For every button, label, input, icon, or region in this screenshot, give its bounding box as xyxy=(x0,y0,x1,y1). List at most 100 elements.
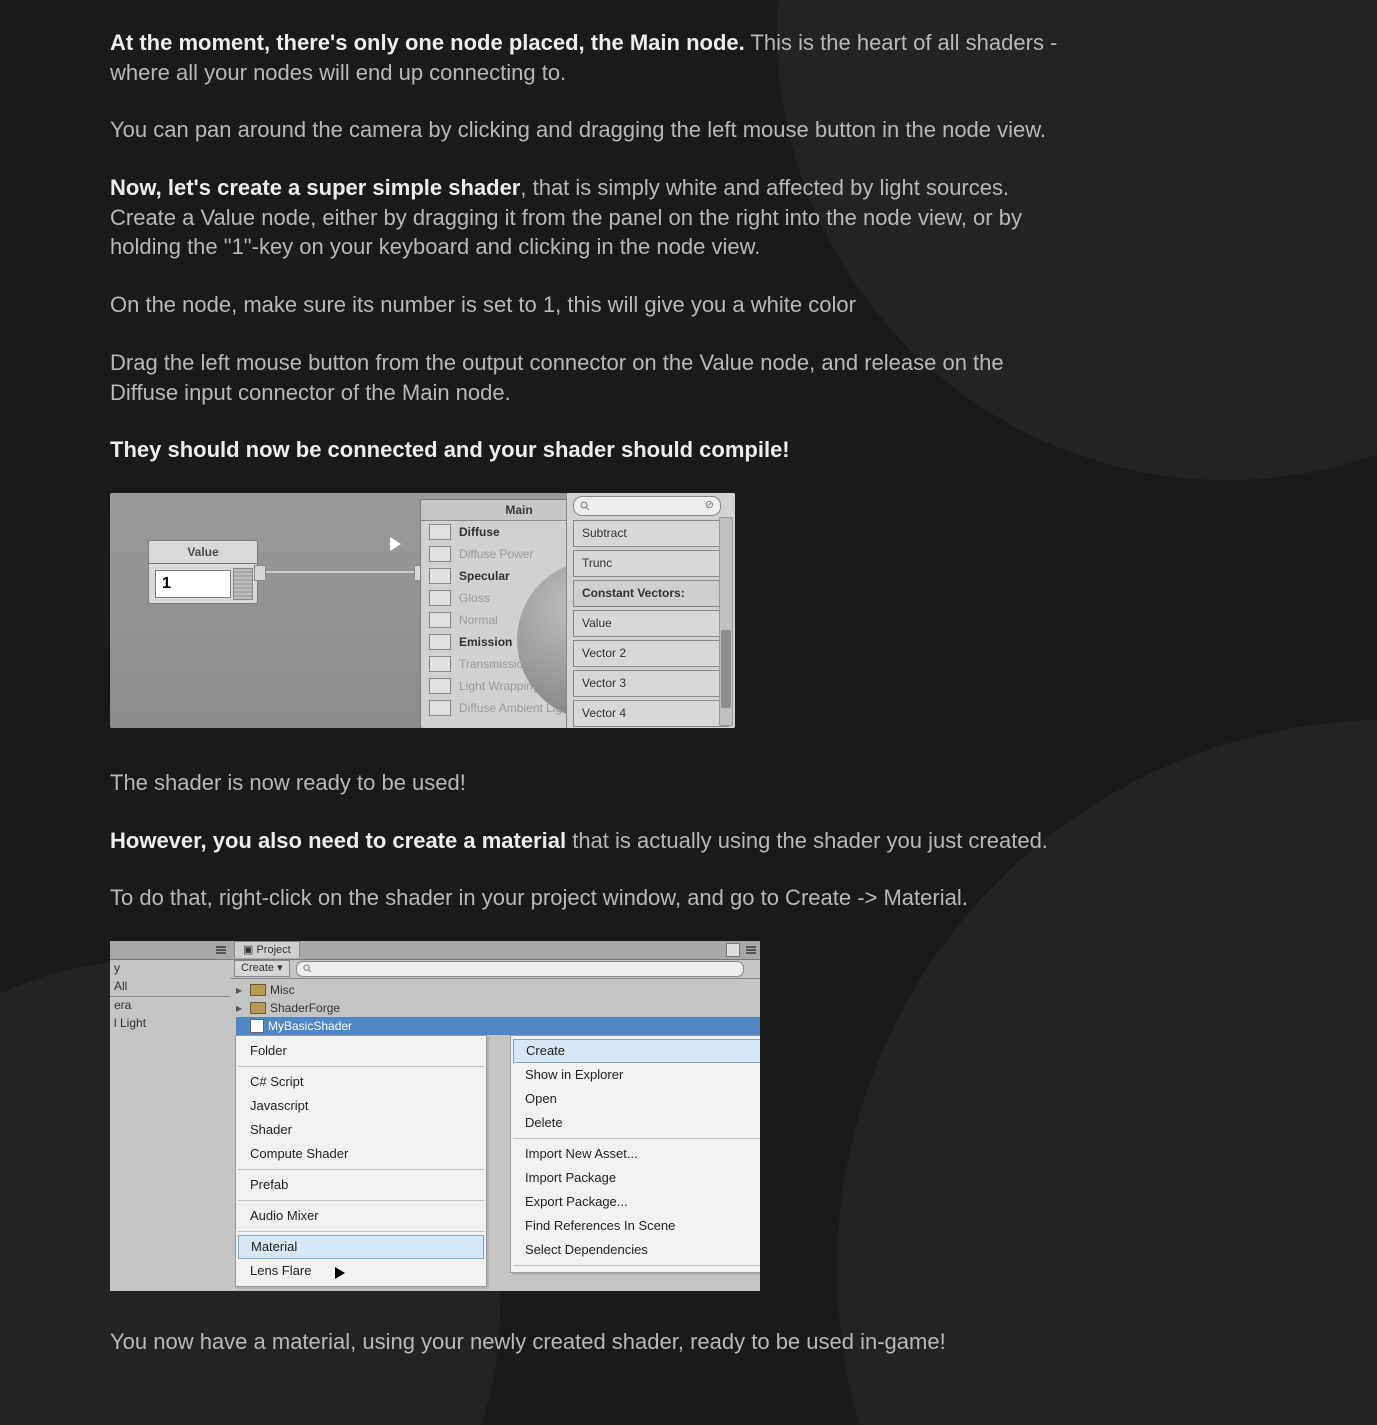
cursor-icon xyxy=(390,537,406,557)
node-palette[interactable]: ⊘ Subtract Trunc Constant Vectors: Value Vec… xyxy=(566,493,735,728)
menu-item[interactable]: Compute Shader xyxy=(236,1142,486,1166)
folder-icon xyxy=(250,1002,266,1014)
text: At the moment, there's only one node pla… xyxy=(110,30,745,55)
text: You can pan around the camera by clickin… xyxy=(110,115,1070,145)
menu-label: Javascript xyxy=(250,1094,309,1118)
text: You now have a material, using your newl… xyxy=(110,1327,1070,1357)
panel-tabbar[interactable] xyxy=(110,941,230,960)
input-label: Normal xyxy=(459,612,498,628)
hierarchy-item[interactable]: era xyxy=(110,997,230,1015)
article-body: At the moment, there's only one node pla… xyxy=(110,28,1070,1357)
clear-icon[interactable]: ⊘ xyxy=(705,498,714,513)
menu-label: Select Dependencies xyxy=(525,1238,648,1262)
menu-label: Prefab xyxy=(250,1173,288,1197)
menu-label: Open xyxy=(525,1087,557,1111)
scrollbar[interactable] xyxy=(719,517,733,726)
lock-icon[interactable] xyxy=(726,943,740,957)
menu-item[interactable]: Delete xyxy=(511,1111,760,1135)
input-socket[interactable] xyxy=(429,634,451,650)
input-socket[interactable] xyxy=(429,700,451,716)
menu-item[interactable]: Javascript xyxy=(236,1094,486,1118)
palette-item[interactable]: Vector 4 xyxy=(573,700,729,727)
caret-icon[interactable]: ▸ xyxy=(236,982,246,998)
text: Drag the left mouse button from the outp… xyxy=(110,348,1070,407)
palette-heading: Constant Vectors: xyxy=(573,580,729,607)
menu-item[interactable]: Import New Asset... xyxy=(511,1142,760,1166)
search-icon xyxy=(303,964,312,973)
screenshot-context-menu: yAlleral Light ▣ Project Create ▾ xyxy=(110,941,760,1291)
hierarchy-panel[interactable]: yAlleral Light xyxy=(110,941,231,1291)
cursor-icon xyxy=(335,1267,349,1285)
menu-label: Create xyxy=(526,1040,565,1062)
node-grip[interactable] xyxy=(233,568,253,600)
menu-separator xyxy=(238,1231,484,1232)
menu-separator xyxy=(238,1200,484,1201)
palette-item[interactable]: Vector 3 xyxy=(573,670,729,697)
menu-item[interactable]: Find References In Scene xyxy=(511,1214,760,1238)
project-toolbar[interactable]: Create ▾ xyxy=(230,960,760,979)
project-search[interactable] xyxy=(296,961,744,977)
menu-separator xyxy=(238,1066,484,1067)
menu-label: Delete xyxy=(525,1111,563,1135)
tree-item[interactable]: ▸Misc xyxy=(236,981,760,999)
create-button[interactable]: Create ▾ xyxy=(234,960,290,977)
menu-item[interactable]: Folder xyxy=(236,1039,486,1063)
menu-label: Audio Mixer xyxy=(250,1204,319,1228)
menu-item[interactable]: Audio Mixer xyxy=(236,1204,486,1228)
menu-item[interactable]: Lens Flare xyxy=(236,1259,486,1283)
hierarchy-item[interactable]: All xyxy=(110,978,230,997)
menu-item[interactable]: Prefab xyxy=(236,1173,486,1197)
menu-item[interactable]: Import Package▶ xyxy=(511,1166,760,1190)
value-input[interactable] xyxy=(155,570,231,598)
palette-item[interactable]: Vector 2 xyxy=(573,640,729,667)
context-menu[interactable]: Create▶Show in ExplorerOpenDelete Import … xyxy=(510,1035,760,1273)
project-tab[interactable]: ▣ Project xyxy=(234,941,300,958)
node-title: Value xyxy=(149,541,257,564)
menu-item[interactable]: Material xyxy=(238,1235,484,1259)
menu-icon xyxy=(216,945,226,955)
menu-label: Export Package... xyxy=(525,1190,628,1214)
caret-icon[interactable]: ▸ xyxy=(236,1000,246,1016)
input-socket[interactable] xyxy=(429,590,451,606)
menu-separator xyxy=(238,1169,484,1170)
panel-tabbar[interactable]: ▣ Project xyxy=(230,941,760,960)
input-label: Gloss xyxy=(459,590,490,606)
text: However, you also need to create a mater… xyxy=(110,828,566,853)
palette-item[interactable]: Trunc xyxy=(573,550,729,577)
input-socket[interactable] xyxy=(429,546,451,562)
menu-item[interactable]: Select Dependencies xyxy=(511,1238,760,1262)
folder-icon: ▣ xyxy=(243,944,253,956)
folder-icon xyxy=(250,984,266,996)
menu-item[interactable]: Open xyxy=(511,1087,760,1111)
node-connection[interactable] xyxy=(256,571,424,573)
input-socket[interactable] xyxy=(429,656,451,672)
tree-item[interactable]: ▸ShaderForge xyxy=(236,999,760,1017)
menu-item[interactable]: Export Package... xyxy=(511,1190,760,1214)
tree-item[interactable]: MyBasicShader xyxy=(236,1017,760,1035)
menu-icon[interactable] xyxy=(746,945,756,955)
input-socket[interactable] xyxy=(429,568,451,584)
menu-item[interactable]: C# Script xyxy=(236,1070,486,1094)
menu-label: Lens Flare xyxy=(250,1259,311,1283)
menu-item[interactable]: Shader xyxy=(236,1118,486,1142)
menu-item[interactable]: Create▶ xyxy=(513,1039,760,1063)
palette-item[interactable]: Subtract xyxy=(573,520,729,547)
menu-separator xyxy=(513,1265,760,1266)
menu-separator xyxy=(513,1138,760,1139)
palette-search[interactable]: ⊘ xyxy=(573,496,721,516)
input-socket[interactable] xyxy=(429,612,451,628)
palette-list: Subtract Trunc Constant Vectors: Value Vecto… xyxy=(567,518,735,728)
value-node[interactable]: Value xyxy=(148,540,258,604)
context-submenu[interactable]: Folder C# ScriptJavascriptShaderCompute S… xyxy=(235,1035,487,1287)
input-socket[interactable] xyxy=(429,524,451,540)
palette-item[interactable]: Value xyxy=(573,610,729,637)
hierarchy-item[interactable]: l Light xyxy=(110,1015,230,1033)
menu-label: Compute Shader xyxy=(250,1142,348,1166)
input-socket[interactable] xyxy=(429,678,451,694)
menu-item[interactable]: Show in Explorer xyxy=(511,1063,760,1087)
menu-label: C# Script xyxy=(250,1070,303,1094)
tree-label: MyBasicShader xyxy=(268,1018,352,1034)
scrollbar-thumb[interactable] xyxy=(721,630,731,708)
node-canvas[interactable]: Value Main DiffuseDiffuse PowerSpecularG… xyxy=(110,493,565,728)
hierarchy-item[interactable]: y xyxy=(110,960,230,978)
